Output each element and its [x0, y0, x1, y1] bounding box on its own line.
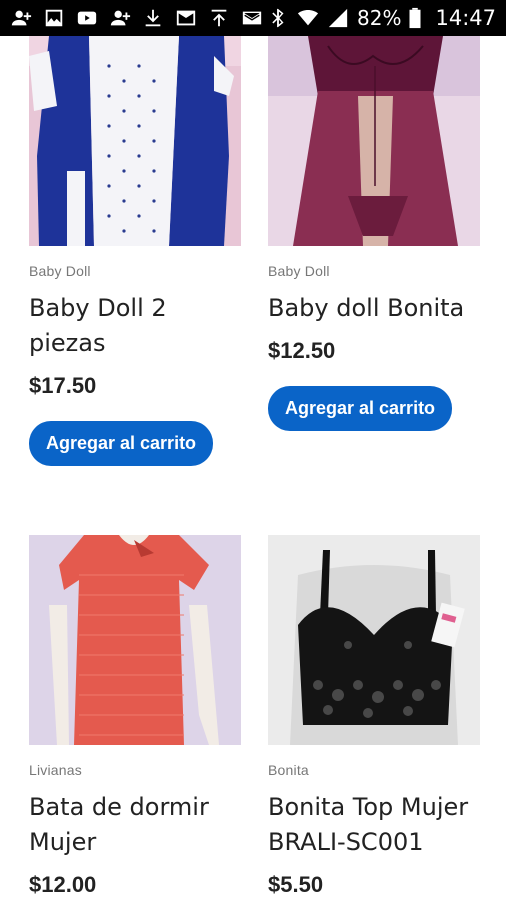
image-icon	[43, 7, 65, 29]
product-card: Bonita Bonita Top Mujer BRALI-SC001 $5.5…	[268, 535, 480, 898]
burgundy-babydoll-photo	[268, 36, 480, 246]
wifi-icon	[297, 7, 319, 29]
upload-icon	[208, 7, 230, 29]
status-bar: 82% 14:47	[0, 0, 506, 36]
add-to-cart-button[interactable]: Agregar al carrito	[268, 386, 453, 431]
product-price: $17.50	[29, 373, 97, 398]
black-lace-bra-photo	[268, 535, 480, 745]
mail-icon	[241, 7, 263, 29]
product-image[interactable]	[268, 535, 480, 745]
product-category[interactable]: Baby Doll	[268, 263, 480, 279]
bluetooth-icon	[267, 7, 289, 29]
person-add-icon	[109, 7, 131, 29]
product-name[interactable]: Bata de dormir Mujer	[29, 790, 241, 860]
product-image[interactable]	[268, 36, 480, 246]
red-nightgown-photo	[29, 535, 241, 745]
product-price: $12.00	[29, 872, 97, 897]
signal-icon	[327, 7, 349, 29]
product-image[interactable]	[29, 535, 241, 745]
blue-robe-photo	[29, 36, 241, 246]
product-card: Baby Doll Baby doll Bonita $12.50 Agrega…	[268, 36, 480, 431]
youtube-icon	[76, 7, 98, 29]
battery-icon	[409, 7, 421, 29]
product-name[interactable]: Bonita Top Mujer BRALI-SC001	[268, 790, 480, 860]
battery-percent: 82%	[357, 6, 402, 30]
system-icons: 82% 14:47	[267, 6, 496, 30]
product-card: Livianas Bata de dormir Mujer $12.00	[29, 535, 241, 898]
download-icon	[142, 7, 164, 29]
product-category[interactable]: Bonita	[268, 762, 480, 778]
add-to-cart-button[interactable]: Agregar al carrito	[29, 421, 214, 466]
product-price: $12.50	[268, 338, 336, 363]
notification-icons	[10, 7, 267, 29]
person-add-icon	[10, 7, 32, 29]
product-category[interactable]: Livianas	[29, 762, 241, 778]
product-name[interactable]: Baby doll Bonita	[268, 291, 480, 326]
email-icon	[175, 7, 197, 29]
clock: 14:47	[435, 6, 496, 30]
product-category[interactable]: Baby Doll	[29, 263, 241, 279]
product-name[interactable]: Baby Doll 2 piezas	[29, 291, 241, 361]
product-price: $5.50	[268, 872, 324, 897]
product-card: Baby Doll Baby Doll 2 piezas $17.50 Agre…	[29, 36, 241, 466]
product-image[interactable]	[29, 36, 241, 246]
